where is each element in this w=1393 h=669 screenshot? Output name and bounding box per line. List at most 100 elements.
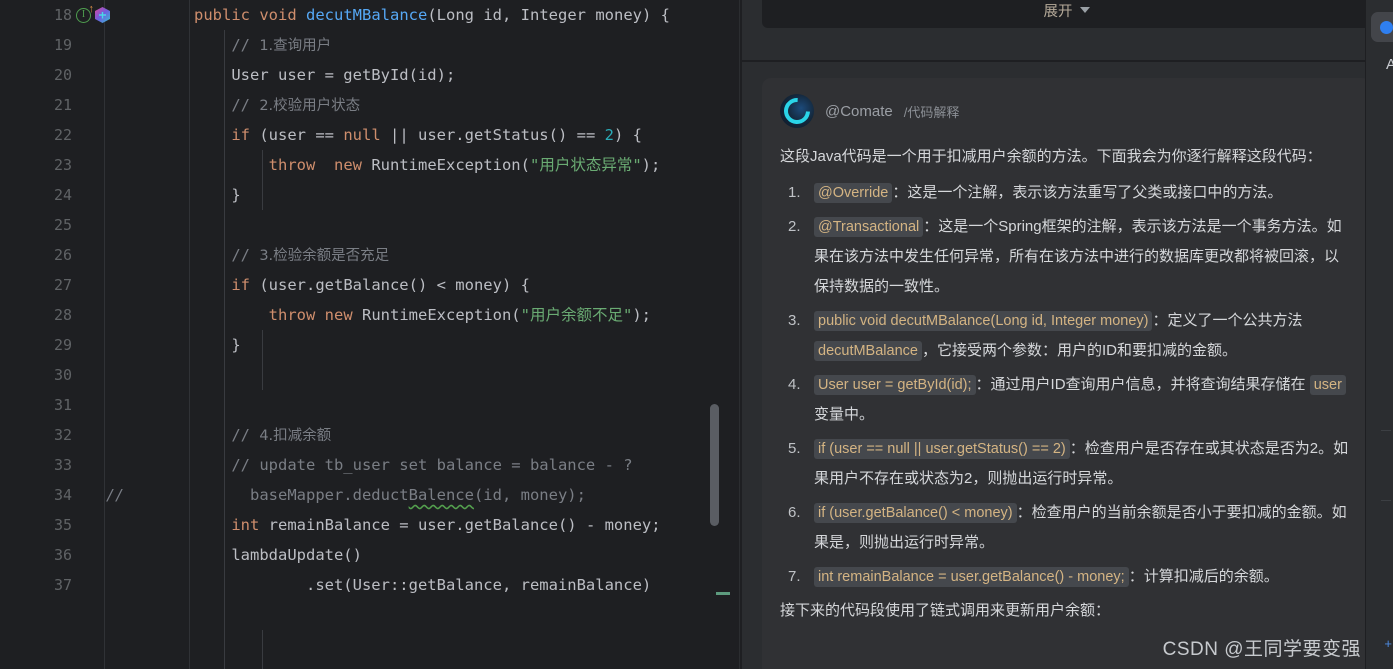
message-header: @Comate /代码解释 <box>780 94 1353 128</box>
code-line[interactable]: 26 // 3.检验余额是否充足 <box>0 240 740 270</box>
line-number: 35 <box>53 516 72 534</box>
code-text: // update tb_user set balance = balance … <box>194 456 633 474</box>
line-number: 20 <box>53 66 72 84</box>
line-annotation: // <box>106 486 125 504</box>
code-text: if (user == null || user.getStatus() == … <box>231 126 642 144</box>
code-line[interactable]: 24 } <box>0 180 740 210</box>
comate-chat-panel: 展开 @Comate /代码解释 这段Java代码是一个用于扣减用户余额的方法。… <box>740 0 1393 669</box>
code-line[interactable]: 37 .set(User::getBalance, remainBalance) <box>0 570 740 600</box>
override-interface-icon[interactable]: I ↑ <box>76 3 94 23</box>
line-number: 24 <box>53 186 72 204</box>
explanation-step: public void decutMBalance(Long id, Integ… <box>780 306 1353 366</box>
inline-code: User user = getById(id); <box>814 375 976 395</box>
code-line[interactable]: 35 int remainBalance = user.getBalance()… <box>0 510 740 540</box>
agent-command: /代码解释 <box>903 104 960 120</box>
code-text: // 4.扣减余额 <box>194 426 332 444</box>
inline-code: if (user.getBalance() < money) <box>814 503 1017 523</box>
code-text: // 1.查询用户 <box>194 36 332 54</box>
code-line[interactable]: 22 if (user == null || user.getStatus() … <box>0 120 740 150</box>
step-text: ，它接受两个参数：用户的ID和要扣减的金额。 <box>921 342 1237 359</box>
line-number: 27 <box>53 276 72 294</box>
line-number: 19 <box>53 36 72 54</box>
code-line[interactable]: 36 lambdaUpdate() <box>0 540 740 570</box>
code-text: .set(User::getBalance, remainBalance) <box>194 576 652 594</box>
code-line[interactable]: 19 // 1.查询用户 <box>0 30 740 60</box>
line-number: 33 <box>53 456 72 474</box>
line-number: 26 <box>53 246 72 264</box>
code-line[interactable]: 27 if (user.getBalance() < money) { <box>0 270 740 300</box>
message-body: 这段Java代码是一个用于扣减用户余额的方法。下面我会为你逐行解释这段代码： @… <box>780 142 1353 626</box>
code-line[interactable]: 33 // update tb_user set balance = balan… <box>0 450 740 480</box>
agent-name: @Comate <box>825 102 893 120</box>
inline-code: int remainBalance = user.getBalance() - … <box>814 567 1129 587</box>
code-line[interactable]: 25 <box>0 210 740 240</box>
code-text: public void decutMBalance(Long id, Integ… <box>194 6 670 24</box>
code-line[interactable]: 18 I ↑ public void decutMBalance(Long id, I… <box>0 0 740 30</box>
line-number: 21 <box>53 96 72 114</box>
code-text: } <box>194 336 241 354</box>
line-number: 32 <box>53 426 72 444</box>
inline-code: decutMBalance <box>814 341 922 361</box>
code-editor[interactable]: 18 I ↑ public void decutMBalance(Long id, I… <box>0 0 740 669</box>
inline-code: @Transactional <box>814 217 924 237</box>
inline-code: if (user == null || user.getStatus() == … <box>814 439 1070 459</box>
code-line[interactable]: 34 // baseMapper.deductBalence(id, money)… <box>0 480 740 510</box>
explanation-step: @Override ：这是一个注解，表示该方法重写了父类或接口中的方法。 <box>780 178 1353 208</box>
message-intro: 这段Java代码是一个用于扣减用户余额的方法。下面我会为你逐行解释这段代码： <box>780 148 1322 165</box>
step-text: ：计算扣减后的余额。 <box>1128 568 1279 585</box>
explanation-step: @Transactional ：这是一个Spring框架的注解，表示该方法是一个事… <box>780 212 1353 302</box>
code-content[interactable]: 18 I ↑ public void decutMBalance(Long id, I… <box>0 0 740 669</box>
mybatis-mapper-icon[interactable] <box>95 7 110 23</box>
inline-code: user <box>1309 375 1346 395</box>
code-line[interactable]: 21 // 2.校验用户状态 <box>0 90 740 120</box>
step-text: 变量中。 <box>814 406 875 423</box>
indent-guide <box>262 630 263 669</box>
code-text: lambdaUpdate() <box>194 546 362 564</box>
explanation-step: int remainBalance = user.getBalance() - … <box>780 562 1353 592</box>
line-number: 36 <box>53 546 72 564</box>
message-outro: 接下来的代码段使用了链式调用来更新用户余额： <box>780 602 1111 619</box>
plus-icon[interactable]: + <box>1384 636 1392 651</box>
tool-strip-letter: A <box>1385 56 1393 73</box>
line-number: 25 <box>53 216 72 234</box>
code-line[interactable]: 32 // 4.扣减余额 <box>0 420 740 450</box>
inline-code: public void decutMBalance(Long id, Integ… <box>814 311 1153 331</box>
code-text: } <box>194 186 241 204</box>
line-number: 22 <box>53 126 72 144</box>
right-tool-strip[interactable]: A + <box>1365 0 1393 669</box>
line-number: 34 <box>53 486 72 504</box>
code-line[interactable]: 31 <box>0 390 740 420</box>
step-text: ：定义了一个公共方法 <box>1152 312 1303 329</box>
line-number: 31 <box>53 396 72 414</box>
expand-button[interactable]: 展开 <box>762 0 1371 28</box>
assistant-message-card: @Comate /代码解释 这段Java代码是一个用于扣减用户余额的方法。下面我… <box>762 78 1371 669</box>
ide-window: 18 I ↑ public void decutMBalance(Long id, I… <box>0 0 1393 669</box>
message-scroll-area[interactable]: @Comate /代码解释 这段Java代码是一个用于扣减用户余额的方法。下面我… <box>740 62 1393 669</box>
line-number: 28 <box>53 306 72 324</box>
code-line[interactable]: 29 } <box>0 330 740 360</box>
code-text: baseMapper.deductBalence(id, money); <box>194 486 586 504</box>
line-number: 37 <box>53 576 72 594</box>
chevron-down-icon <box>1079 7 1090 13</box>
code-line[interactable]: 30 <box>0 360 740 390</box>
indent-guide <box>224 30 225 669</box>
tool-tick-1 <box>1381 430 1391 431</box>
code-line[interactable]: 23 throw new RuntimeException("用户状态异常"); <box>0 150 740 180</box>
expand-section: 展开 <box>740 0 1393 62</box>
step-text: ：这是一个注解，表示该方法重写了父类或接口中的方法。 <box>892 184 1283 201</box>
indent-guide <box>262 330 263 390</box>
code-line[interactable]: 28 throw new RuntimeException("用户余额不足"); <box>0 300 740 330</box>
editor-change-marker <box>716 592 730 595</box>
code-line[interactable]: 20 User user = getById(id); <box>0 60 740 90</box>
explanation-step: if (user == null || user.getStatus() == … <box>780 434 1353 494</box>
editor-scrollbar-track[interactable] <box>710 0 730 669</box>
arrow-up-icon: ↑ <box>88 2 95 15</box>
code-text: throw new RuntimeException("用户状态异常"); <box>268 156 661 174</box>
explanation-step: User user = getById(id); ：通过用户ID查询用户信息，并将… <box>780 370 1353 430</box>
comate-tool-icon[interactable] <box>1371 12 1393 42</box>
gutter-icons[interactable]: I ↑ <box>76 0 110 30</box>
line-number: 18 <box>53 6 72 24</box>
line-number: 29 <box>53 336 72 354</box>
editor-scrollbar-thumb[interactable] <box>710 404 719 526</box>
explanation-step: if (user.getBalance() < money) ：检查用户的当前余额… <box>780 498 1353 558</box>
